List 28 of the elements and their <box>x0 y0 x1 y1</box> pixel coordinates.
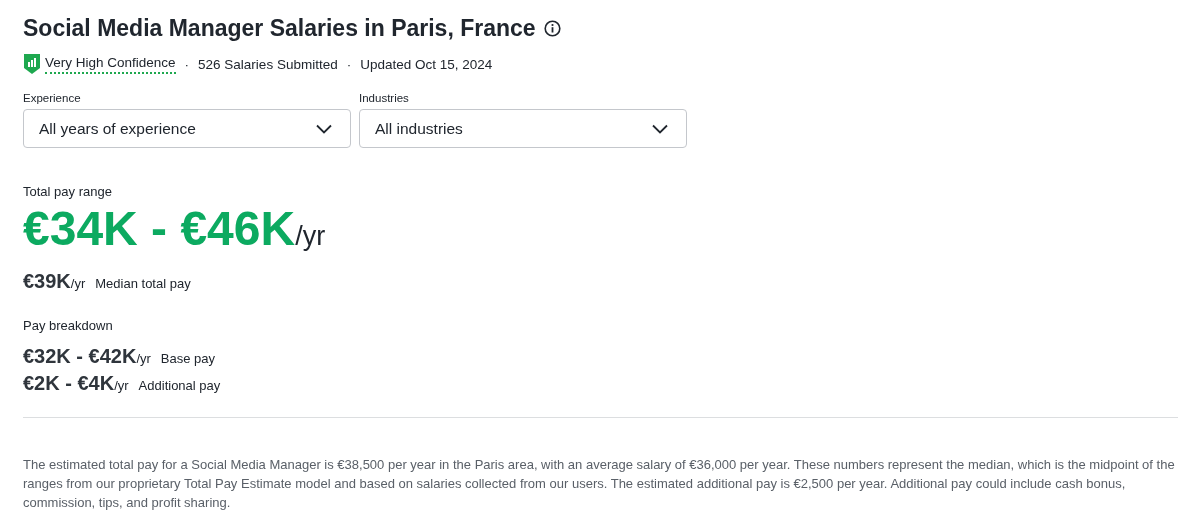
meta-text: Updated Oct 15, 2024 <box>360 56 493 72</box>
confidence-link[interactable]: Very High Confidence <box>45 54 176 74</box>
filter-dropdown[interactable]: All years of experience <box>23 109 351 148</box>
unit-text: /yr <box>114 378 129 393</box>
unit-text: /yr <box>295 221 326 251</box>
separator-dot: · <box>346 56 352 72</box>
separator-dot: · <box>184 56 190 72</box>
section-label: Pay breakdown <box>23 318 114 333</box>
chevron-down-icon <box>652 123 668 134</box>
pay-label: Base pay <box>160 351 216 366</box>
unit-text: /yr <box>136 351 151 366</box>
median-label: Median total pay <box>95 276 191 291</box>
meta-text: 526 Salaries Submitted <box>198 56 338 72</box>
pay-range: €2K - €4K <box>23 372 115 395</box>
pay-label: Additional pay <box>138 378 221 393</box>
median-pay: €39K <box>23 270 71 293</box>
filter-label: Industries <box>359 92 410 104</box>
description-paragraph: The estimated total pay for a Social Media Manager is €38,500 per year in the Paris area, with an average salary of €36,000 per year. These numbers represent the median, which is the midpoint of the ranges from our proprietary Total Pay Estimate model and based on salaries collected from our users. The estimated additional pay is €2,500 per year. Additional pay could include cash bonus, commission, tips, and profit sharing. <box>23 456 1176 512</box>
unit-text: /yr <box>70 276 86 291</box>
chevron-down-icon <box>316 123 332 134</box>
info-icon[interactable] <box>543 19 561 37</box>
page-title: Social Media Manager Salaries in Paris, France <box>23 14 536 43</box>
filter-label: Experience <box>23 92 82 104</box>
filter-dropdown[interactable]: All industries <box>359 109 687 148</box>
pay-range: €32K - €42K <box>23 345 137 368</box>
pay-range: €34K - €46K <box>23 202 296 255</box>
section-label: Total pay range <box>23 184 113 199</box>
confidence-shield-icon <box>23 53 41 75</box>
